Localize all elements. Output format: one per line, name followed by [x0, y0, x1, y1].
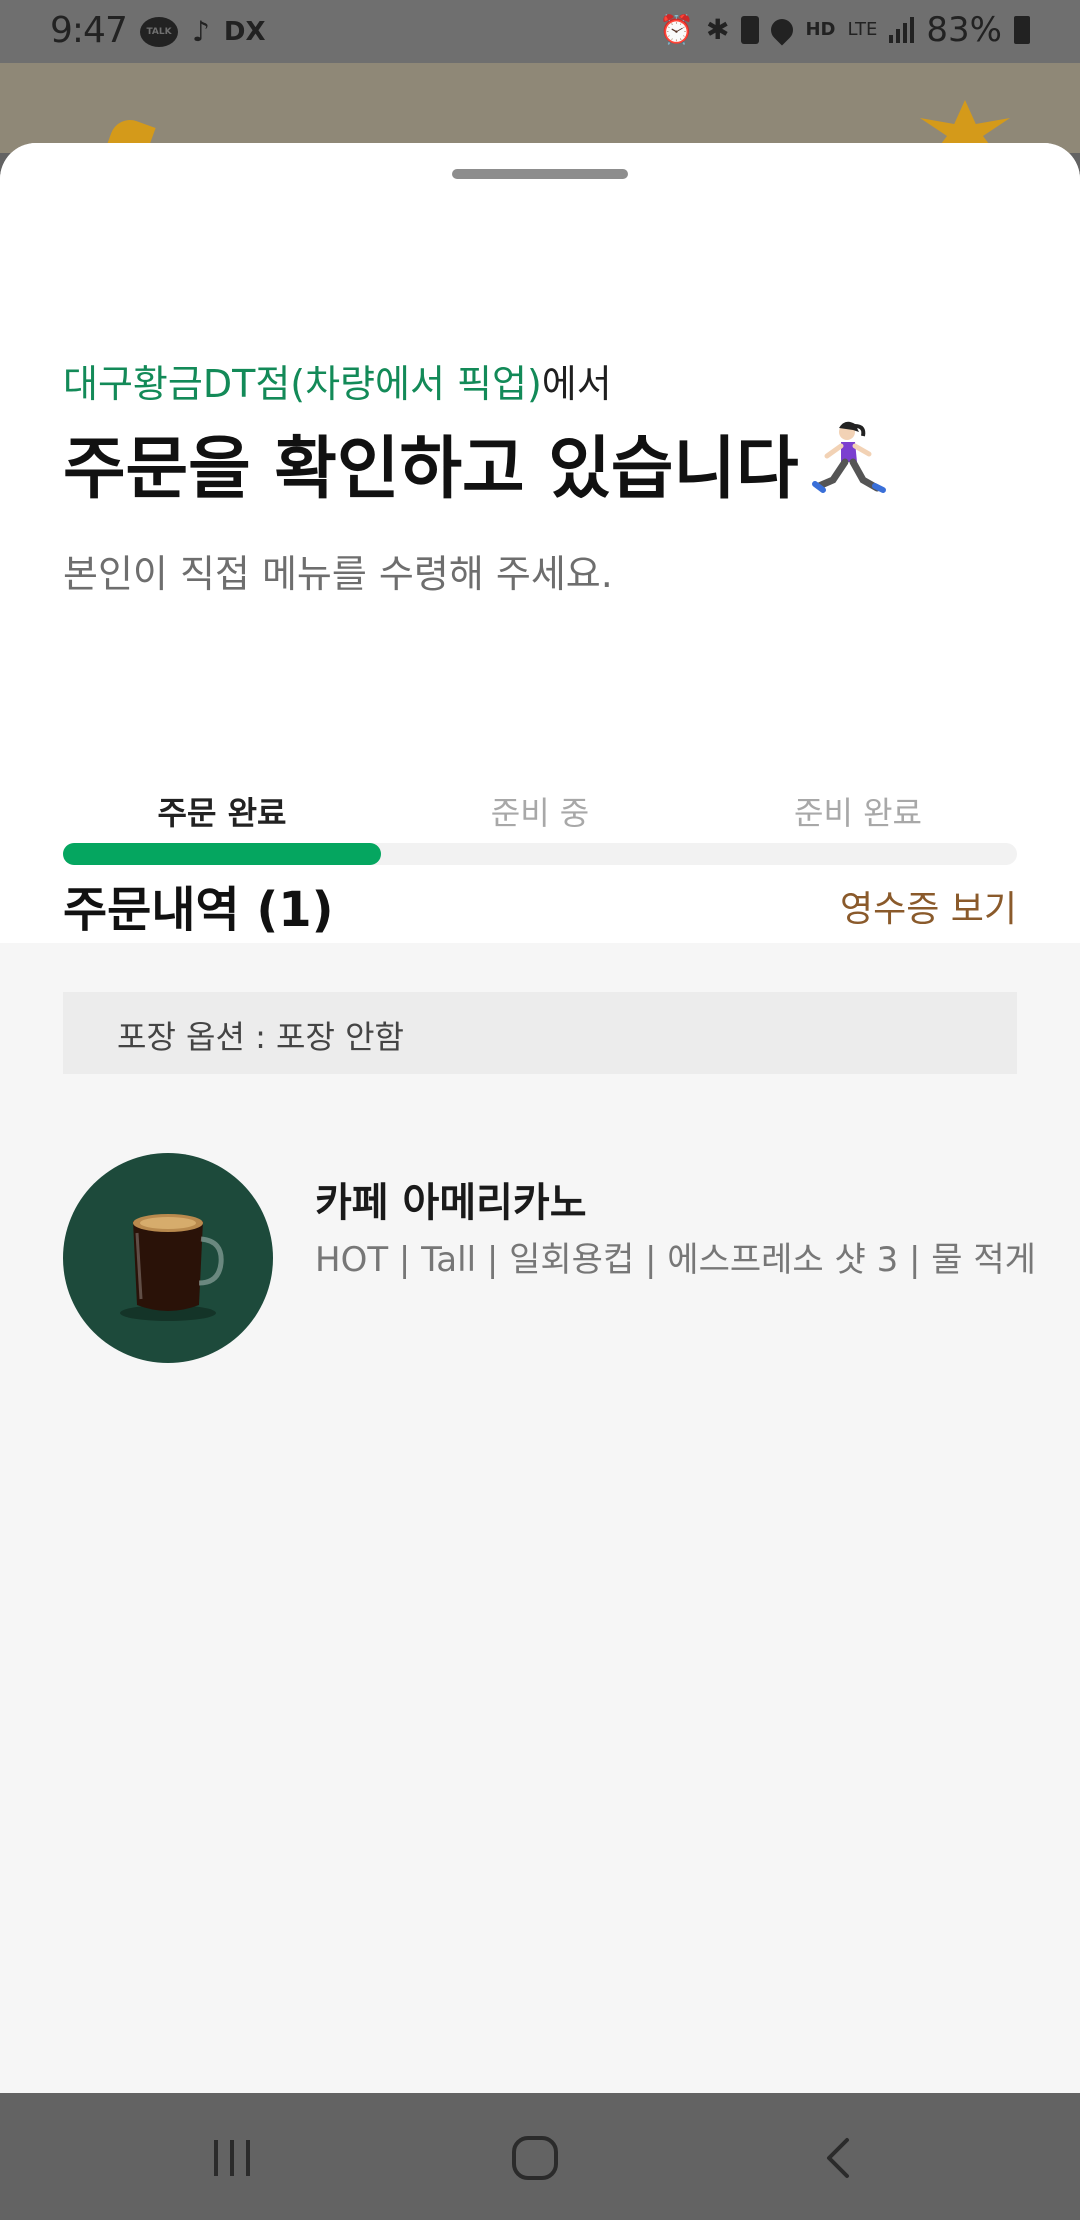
pack-option-text: 포장 옵션 : 포장 안함: [117, 1018, 404, 1056]
menu-item-image: [63, 1153, 273, 1363]
step-ready: 준비 완료: [794, 794, 922, 832]
runner-icon: [811, 418, 891, 508]
kakaotalk-icon: TALK: [140, 17, 178, 47]
status-right-icons: ⏰ ✱ HD LTE 83%: [659, 10, 1030, 50]
dx-icon: DX: [223, 17, 266, 47]
background-scene: [0, 63, 1080, 153]
back-icon[interactable]: [798, 2123, 878, 2193]
location-icon: [766, 14, 799, 46]
store-suffix: 에서: [541, 362, 612, 406]
step-order-complete: 주문 완료: [157, 794, 287, 832]
bluetooth-icon: ✱: [706, 13, 730, 46]
alarm-icon: ⏰: [659, 13, 695, 46]
store-name: 대구황금DT점(차량에서 픽업): [63, 362, 542, 406]
step-preparing: 준비 중: [490, 794, 590, 832]
order-status-sheet: 대구황금DT점(차량에서 픽업)에서 주문을 확인하고 있습니다 본인이 직접 …: [0, 143, 1080, 2093]
pickup-instruction: 본인이 직접 메뉴를 수령해 주세요.: [63, 552, 613, 596]
recents-icon[interactable]: [192, 2123, 272, 2193]
page-title: 주문을 확인하고 있습니다: [63, 413, 891, 512]
sheet-header-area: 대구황금DT점(차량에서 픽업)에서 주문을 확인하고 있습니다 본인이 직접 …: [0, 143, 1080, 943]
order-history-title: 주문내역 (1): [63, 882, 334, 938]
progress-fill: [63, 843, 381, 865]
system-nav-bar: [0, 2093, 1080, 2220]
americano-cup-icon: [120, 1214, 224, 1321]
pack-option-box: 포장 옵션 : 포장 안함: [63, 992, 1017, 1074]
battery-icon: [1014, 16, 1030, 44]
progress-track: [63, 843, 1017, 865]
status-left-icons: TALK ♪ DX: [140, 12, 266, 52]
headline-text: 주문을 확인하고 있습니다: [63, 430, 799, 509]
menu-item-options: HOT | Tall | 일회용컵 | 에스프레소 샷 3 | 물 적게: [315, 1240, 1036, 1280]
home-icon[interactable]: [495, 2123, 575, 2193]
hd-voice-icon: HD: [805, 19, 836, 40]
signal-icon: [889, 17, 915, 43]
lte-icon: LTE: [847, 19, 878, 40]
progress-steps: 주문 완료 준비 중 준비 완료: [63, 788, 1017, 834]
battery-saver-icon: [741, 16, 760, 44]
view-receipt-link[interactable]: 영수증 보기: [840, 880, 1017, 932]
status-time: 9:47: [50, 10, 128, 51]
store-line: 대구황금DT점(차량에서 픽업)에서: [63, 353, 612, 408]
status-bar: 9:47 TALK ♪ DX ⏰ ✱ HD LTE 83%: [0, 0, 1080, 63]
tiktok-icon: ♪: [192, 15, 210, 48]
menu-item-name: 카페 아메리카노: [315, 1180, 587, 1226]
battery-percent: 83%: [926, 10, 1002, 50]
drag-handle[interactable]: [452, 169, 628, 179]
